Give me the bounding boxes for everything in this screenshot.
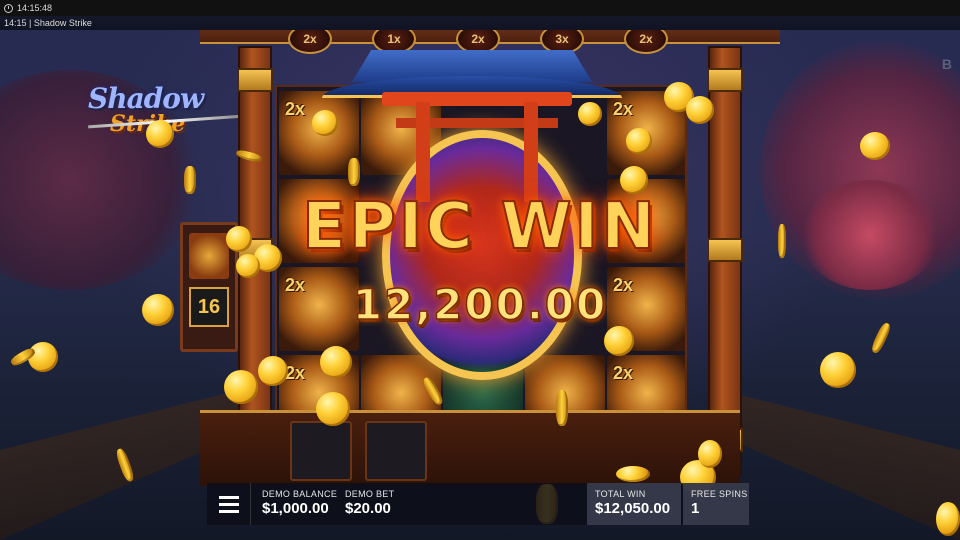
coin (556, 390, 568, 426)
emblem-icon (365, 421, 427, 481)
hamburger-icon (218, 495, 239, 499)
free-spins-value: 1 (691, 500, 700, 517)
reel-multiplier-5: 2x (624, 30, 668, 54)
status-time: 14:15:48 (17, 3, 53, 13)
corner-mark: B (941, 56, 952, 72)
shuriken-icon (290, 421, 352, 481)
coin (686, 96, 714, 124)
coin (860, 132, 890, 160)
side-counter: 16 (189, 287, 229, 327)
dragon-icon (189, 233, 229, 279)
coin (778, 224, 786, 258)
balance-field: DEMO BALANCE $1,000.00 (262, 489, 337, 517)
game-hud: DEMO BALANCE $1,000.00 DEMO BET $20.00 T… (207, 483, 749, 525)
coin (820, 352, 856, 388)
coin (620, 166, 648, 194)
frame-lower-row (200, 410, 740, 486)
coin (604, 326, 634, 356)
coin (626, 128, 652, 154)
total-win-box: TOTAL WIN $12,050.00 (587, 483, 681, 525)
coin (316, 392, 350, 426)
coin (28, 342, 58, 372)
coin (936, 502, 960, 536)
free-spins-label: FREE SPINS (691, 489, 748, 499)
epic-win-amount: 12,200.00 (352, 279, 608, 330)
bet-field[interactable]: DEMO BET $20.00 (345, 489, 394, 517)
coin (226, 226, 252, 252)
torii-gate (382, 92, 572, 202)
bet-value: $20.00 (345, 500, 391, 517)
game-scene: Shadow Strike 2x 1x 2x 3x 2x 16 2x 2x 2x… (0, 30, 960, 540)
symbol-multiplier: 2x (613, 363, 634, 383)
coin (698, 440, 722, 468)
symbol-multiplier: 2x (285, 99, 306, 119)
coin (348, 158, 360, 186)
symbol-multiplier: 2x (285, 363, 306, 383)
blossom-right (800, 180, 940, 290)
total-win-label: TOTAL WIN (595, 489, 646, 499)
coin (578, 102, 602, 126)
coin (146, 120, 174, 148)
coin (142, 294, 174, 326)
coin (258, 356, 288, 386)
system-status-bar: 14:15:48 (0, 0, 960, 16)
coin (616, 466, 650, 482)
menu-button[interactable] (207, 483, 251, 525)
coin (236, 254, 260, 278)
window-title: 14:15 | Shadow Strike (0, 16, 960, 30)
balance-label: DEMO BALANCE (262, 489, 338, 499)
clock-icon (4, 3, 13, 13)
coin (184, 166, 196, 194)
coin (869, 321, 893, 355)
balance-value: $1,000.00 (262, 500, 329, 517)
bet-label: DEMO BET (345, 489, 395, 499)
epic-win-title: EPIC WIN (301, 189, 658, 265)
coin (224, 370, 258, 404)
coin (320, 346, 352, 378)
coin (312, 110, 338, 136)
total-win-value: $12,050.00 (595, 500, 671, 517)
free-spins-box: FREE SPINS 1 (683, 483, 749, 525)
